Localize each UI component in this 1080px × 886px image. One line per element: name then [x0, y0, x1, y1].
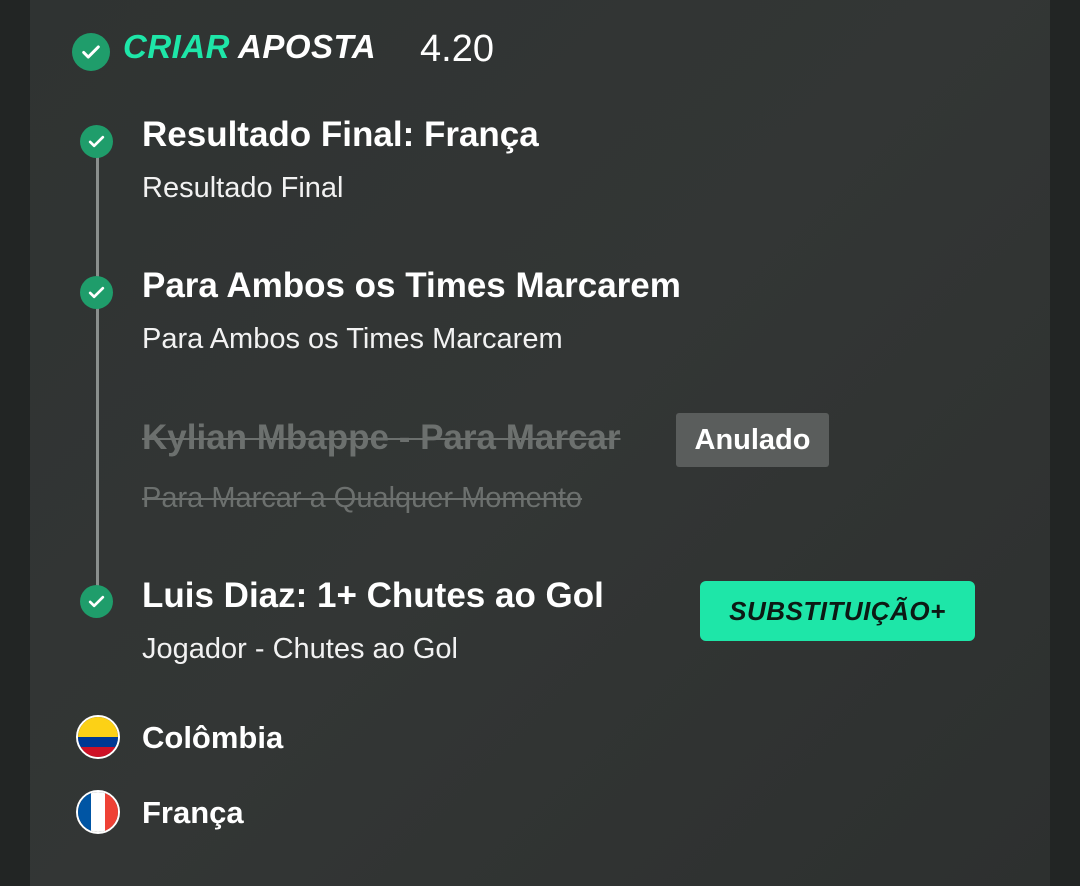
timeline-line: [96, 143, 99, 601]
leg-market: Para Ambos os Times Marcarem: [142, 323, 563, 355]
bet-odds: 4.20: [420, 28, 494, 70]
title-part-criar: CRIAR: [123, 28, 230, 65]
france-flag-icon: [76, 790, 120, 834]
leg-title: Kylian Mbappe - Para Marcar: [142, 418, 621, 457]
void-status-badge: Anulado: [676, 413, 829, 467]
leg-won-check-icon: [80, 125, 113, 158]
leg-market: Resultado Final: [142, 172, 344, 204]
team-name: Colômbia: [142, 720, 284, 755]
team-name: França: [142, 795, 244, 830]
bet-builder-title: CRIAR APOSTA: [123, 28, 376, 66]
title-part-aposta: APOSTA: [238, 28, 377, 65]
leg-title: Resultado Final: França: [142, 115, 539, 154]
bet-won-check-icon: [72, 33, 110, 71]
leg-title: Para Ambos os Times Marcarem: [142, 266, 681, 305]
leg-market: Para Marcar a Qualquer Momento: [142, 482, 583, 514]
leg-title: Luis Diaz: 1+ Chutes ao Gol: [142, 576, 604, 615]
leg-won-check-icon: [80, 276, 113, 309]
leg-won-check-icon: [80, 585, 113, 618]
leg-market: Jogador - Chutes ao Gol: [142, 633, 458, 665]
colombia-flag-icon: [76, 715, 120, 759]
substitution-badge[interactable]: SUBSTITUIÇÃO+: [700, 581, 975, 641]
